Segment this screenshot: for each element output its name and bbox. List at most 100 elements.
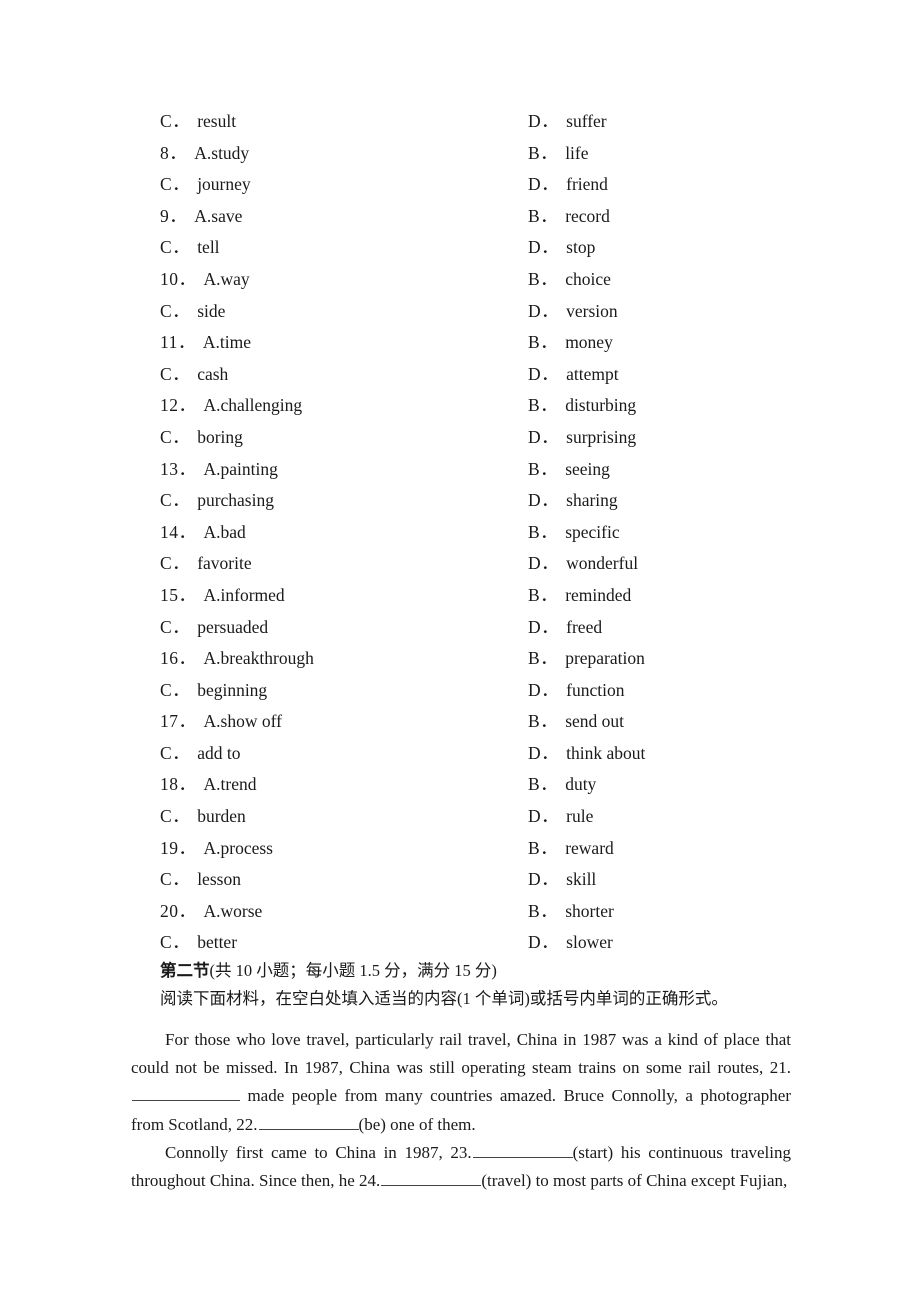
option-cell-right[interactable]: D． slower [528,927,800,959]
option-cell-right[interactable]: D． rule [528,801,800,833]
option-key: B． [528,205,559,226]
option-cell-left[interactable]: C． beginning [160,675,528,707]
option-key: C． [160,426,191,447]
option-cell-left[interactable]: C． side [160,296,528,328]
option-cell-right[interactable]: B． specific [528,517,800,549]
option-cell-right[interactable]: D． attempt [528,359,800,391]
option-cell-left[interactable]: 14． A.bad [160,517,528,549]
option-row: 19． A.process B． reward [160,833,800,865]
option-key: B． [528,268,559,289]
option-key: C． [160,742,191,763]
option-text: A.time [202,332,251,353]
answer-blank-24[interactable] [381,1169,482,1187]
option-row: 11． A.time B． money [160,327,800,359]
answer-blank-22[interactable] [258,1112,359,1130]
option-cell-left[interactable]: C． persuaded [160,612,528,644]
option-key: C． [160,806,191,827]
option-cell-right[interactable]: B． reward [528,833,800,865]
option-key: 20． [160,900,197,921]
option-cell-right[interactable]: D． surprising [528,422,800,454]
option-text: A.informed [203,584,285,605]
option-cell-left[interactable]: C． lesson [160,864,528,896]
option-key: 15． [160,584,197,605]
option-cell-left[interactable]: C． purchasing [160,485,528,517]
option-cell-right[interactable]: B． reminded [528,580,800,612]
option-cell-right[interactable]: D． sharing [528,485,800,517]
option-cell-right[interactable]: D． version [528,296,800,328]
option-text: A.save [194,205,243,226]
option-cell-left[interactable]: 8． A.study [160,138,528,170]
option-text: function [566,679,625,700]
option-text: beginning [197,679,268,700]
option-cell-right[interactable]: D． think about [528,738,800,770]
option-key: 17． [160,711,197,732]
option-cell-left[interactable]: 9． A.save [160,201,528,233]
option-text: rule [566,806,594,827]
option-cell-right[interactable]: B． money [528,327,800,359]
option-cell-left[interactable]: 16． A.breakthrough [160,643,528,675]
option-cell-right[interactable]: B． choice [528,264,800,296]
option-cell-left[interactable]: 13． A.painting [160,454,528,486]
option-text: result [197,111,237,131]
option-text: cash [197,363,229,384]
option-text: A.bad [203,521,246,542]
option-text: tell [197,237,220,258]
option-key: 12． [160,395,197,416]
option-cell-right[interactable]: D． function [528,675,800,707]
option-cell-left[interactable]: C． boring [160,422,528,454]
option-key: D． [528,490,560,511]
passage-body: For those who love travel, particularly … [131,1026,791,1195]
option-text: attempt [566,363,619,384]
option-cell-left[interactable]: 19． A.process [160,833,528,865]
option-text: better [197,932,238,953]
option-row: 13． A.painting B． seeing [160,454,800,486]
option-text: reminded [565,584,632,605]
option-cell-left[interactable]: C． burden [160,801,528,833]
option-cell-right[interactable]: D． stop [528,232,800,264]
option-row: C． beginning D． function [160,675,800,707]
option-key: B． [528,521,559,542]
option-cell-left[interactable]: C． favorite [160,548,528,580]
option-cell-left[interactable]: C． result [160,106,528,138]
option-cell-left[interactable]: C． better [160,927,528,959]
option-cell-left[interactable]: 17． A.show off [160,706,528,738]
option-cell-right[interactable]: B． life [528,138,800,170]
option-cell-right[interactable]: D． skill [528,864,800,896]
answer-blank-21[interactable] [132,1084,240,1102]
option-cell-right[interactable]: B． preparation [528,643,800,675]
option-cell-left[interactable]: 15． A.informed [160,580,528,612]
option-row: C． favorite D． wonderful [160,548,800,580]
option-cell-right[interactable]: B． record [528,201,800,233]
option-cell-left[interactable]: 11． A.time [160,327,528,359]
option-cell-left[interactable]: C． add to [160,738,528,770]
option-cell-right[interactable]: D． wonderful [528,548,800,580]
option-key: C． [160,679,191,700]
answer-blank-23[interactable] [472,1141,573,1158]
option-cell-left[interactable]: C． journey [160,169,528,201]
option-text: suffer [566,111,607,131]
option-cell-left[interactable]: C． tell [160,232,528,264]
option-cell-right[interactable]: D． freed [528,612,800,644]
option-text: sharing [566,490,618,511]
option-cell-left[interactable]: 18． A.trend [160,769,528,801]
option-cell-right[interactable]: D． friend [528,169,800,201]
option-row: C． tell D． stop [160,232,800,264]
option-key: 10． [160,268,197,289]
option-text: stop [566,237,596,258]
option-key: D． [528,111,560,131]
option-cell-right[interactable]: B． send out [528,706,800,738]
option-cell-right[interactable]: B． shorter [528,896,800,928]
option-text: version [566,300,618,321]
option-text: record [565,205,610,226]
option-cell-right[interactable]: B． duty [528,769,800,801]
option-cell-left[interactable]: 20． A.worse [160,896,528,928]
option-cell-left[interactable]: 12． A.challenging [160,390,528,422]
option-cell-right[interactable]: B． seeing [528,454,800,486]
option-key: D． [528,300,560,321]
option-cell-left[interactable]: C． cash [160,359,528,391]
option-text: persuaded [197,616,269,637]
option-cell-right[interactable]: B． disturbing [528,390,800,422]
option-cell-left[interactable]: 10． A.way [160,264,528,296]
option-cell-right[interactable]: D． suffer [528,106,800,138]
option-text: surprising [566,426,637,447]
